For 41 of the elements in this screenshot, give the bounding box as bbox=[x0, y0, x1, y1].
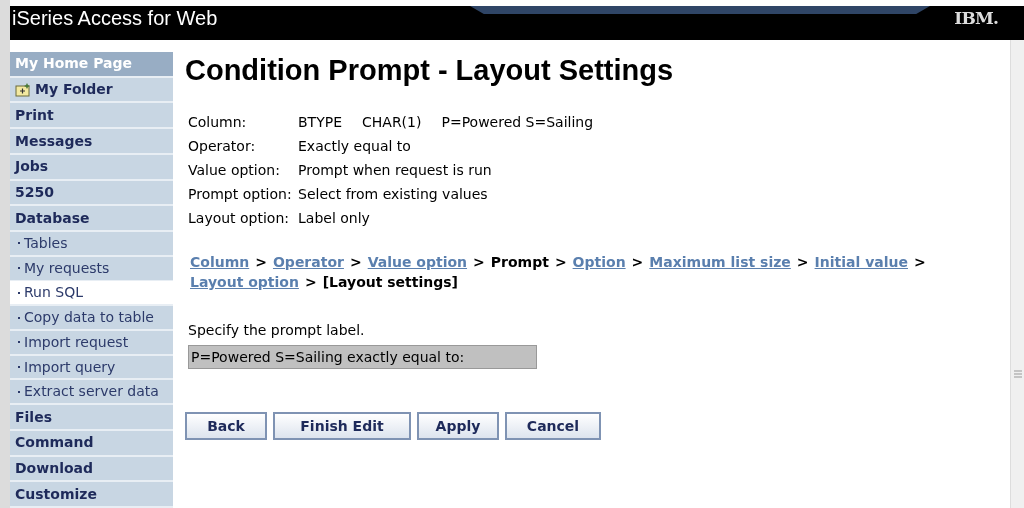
form-button[interactable]: Finish Edit bbox=[273, 412, 411, 440]
breadcrumb-separator: > bbox=[304, 273, 317, 292]
summary-label: Value option: bbox=[188, 161, 281, 180]
breadcrumb-current: [Layout settings] bbox=[322, 273, 459, 292]
breadcrumb-separator: > bbox=[796, 253, 809, 272]
app-title: iSeries Access for Web bbox=[12, 6, 218, 30]
form-button[interactable]: Back bbox=[185, 412, 267, 440]
summary-value: CHAR(1) bbox=[362, 113, 422, 132]
folder-add-icon bbox=[15, 82, 31, 97]
page-title: Condition Prompt - Layout Settings bbox=[185, 53, 675, 88]
breadcrumb-link[interactable]: Layout option bbox=[190, 272, 299, 292]
breadcrumb-current: Prompt bbox=[490, 253, 549, 272]
breadcrumb-separator: > bbox=[473, 253, 485, 272]
breadcrumb-link[interactable]: Column bbox=[190, 252, 250, 272]
ibm-logo: IBM. bbox=[954, 7, 998, 30]
scroll-grip-icon bbox=[1013, 370, 1022, 378]
breadcrumb-separator: > bbox=[554, 253, 567, 272]
prompt-label-field[interactable]: P=Powered S=Sailing exactly equal to: bbox=[188, 345, 537, 369]
instruction-text: Specify the prompt label. bbox=[188, 321, 366, 340]
summary-label: Column: bbox=[188, 113, 248, 132]
breadcrumb-separator: > bbox=[349, 253, 362, 272]
summary-label: Operator: bbox=[188, 137, 257, 156]
breadcrumb-link[interactable]: Initial value bbox=[814, 252, 908, 272]
breadcrumb-separator: > bbox=[255, 253, 267, 272]
breadcrumb-link[interactable]: Maximum list size bbox=[649, 252, 791, 272]
summary-value: Select from existing values bbox=[298, 185, 488, 204]
form-button[interactable]: Apply bbox=[417, 412, 499, 440]
form-button[interactable]: Cancel bbox=[505, 412, 601, 440]
summary-value: P=Powered S=Sailing bbox=[441, 113, 594, 132]
breadcrumb-separator: > bbox=[914, 253, 926, 272]
summary-label: Prompt option: bbox=[188, 185, 293, 204]
summary-value: Label only bbox=[298, 209, 370, 228]
breadcrumb-separator: > bbox=[631, 253, 644, 272]
breadcrumb-link[interactable]: Option bbox=[572, 252, 626, 272]
sidebar-item[interactable]: Run SQL bbox=[10, 281, 173, 307]
summary-value: Exactly equal to bbox=[298, 137, 411, 156]
summary-value: Prompt when request is run bbox=[298, 161, 492, 180]
summary-value: BTYPE bbox=[298, 113, 342, 132]
breadcrumb-link[interactable]: Operator bbox=[272, 252, 344, 272]
breadcrumb-link[interactable]: Value option bbox=[367, 252, 468, 272]
summary-label: Layout option: bbox=[188, 209, 291, 228]
